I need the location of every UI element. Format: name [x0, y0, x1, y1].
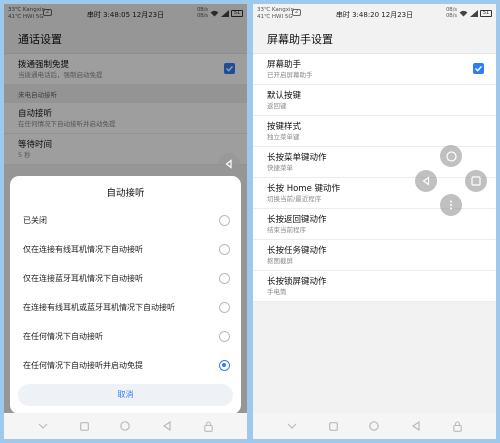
setting-task-long-press[interactable]: 长按任务键动作 抠图截屏 [253, 240, 496, 271]
lock-icon [453, 420, 462, 432]
radio-button[interactable] [219, 215, 230, 226]
auto-answer-dialog: 自动接听 已关闭 仅在连接有线耳机情况下自动接听 仅在连接蓝牙耳机情况下自动接听… [10, 176, 241, 414]
setting-default-key[interactable]: 默认按键 返回键 [253, 85, 496, 116]
status-bar: 33℃ Kangxin 41℃ HWI 5G 2 串时 3:48:20 12月2… [253, 4, 496, 24]
navigation-bar [4, 413, 247, 439]
network-speed-2: 0B/s [446, 12, 457, 19]
check-icon [226, 65, 234, 72]
dialog-option-always[interactable]: 在任何情况下自动接听 [10, 322, 241, 351]
wifi-icon [210, 10, 219, 17]
floating-back-button[interactable] [218, 153, 240, 175]
signal-icon [470, 10, 478, 17]
back-triangle-icon [422, 176, 430, 186]
circle-icon [120, 421, 131, 431]
radio-button[interactable] [219, 244, 230, 255]
radio-button[interactable] [219, 331, 230, 342]
radio-button[interactable] [219, 273, 230, 284]
signal-icon [221, 10, 229, 17]
wifi-icon [459, 10, 468, 17]
dialog-option-bluetooth[interactable]: 仅在连接蓝牙耳机情况下自动接听 [10, 264, 241, 293]
square-icon [79, 421, 89, 431]
setting-auto-answer[interactable]: 自动接听 在任何情况下自动接听并启动免提 [4, 103, 247, 134]
page-title: 屏幕助手设置 [253, 24, 496, 54]
nav-lock-button[interactable] [201, 419, 215, 433]
setting-force-speaker[interactable]: 拨通强制免提 当拨通电话后，强制启动免提 [4, 54, 247, 85]
circle-icon [445, 150, 457, 162]
setting-lock-long-press[interactable]: 长按锁屏键动作 手电筒 [253, 271, 496, 302]
radio-button[interactable] [219, 302, 230, 313]
dialog-option-wired-or-bluetooth[interactable]: 在连接有线耳机或蓝牙耳机情况下自动接听 [10, 293, 241, 322]
setting-subtitle: 当拨通电话后，强制启动免提 [18, 71, 103, 79]
more-vertical-icon [450, 200, 452, 210]
assistant-home-button[interactable] [440, 145, 462, 167]
setting-key-style[interactable]: 按键样式 独立菜单键 [253, 116, 496, 147]
setting-title: 等待时间 [18, 140, 53, 150]
cancel-button[interactable]: 取消 [18, 384, 233, 406]
dialog-option-off[interactable]: 已关闭 [10, 206, 241, 235]
nav-home-button[interactable] [118, 419, 132, 433]
setting-screen-assistant[interactable]: 屏幕助手 已开启屏幕助手 [253, 54, 496, 85]
lock-icon [204, 420, 213, 432]
nav-recent-button[interactable] [326, 419, 340, 433]
setting-subtitle: 返回键 [267, 102, 287, 110]
setting-subtitle: 已开启屏幕助手 [267, 71, 313, 79]
dialog-title: 自动接听 [106, 188, 145, 199]
navigation-bar [253, 413, 496, 439]
setting-subtitle: 5 秒 [18, 151, 31, 159]
setting-title: 拨通强制免提 [18, 60, 70, 70]
battery-icon: 51 [480, 10, 492, 17]
page-title: 通话设置 [4, 24, 247, 54]
nav-down-button[interactable] [285, 419, 299, 433]
assistant-recent-button[interactable] [465, 170, 487, 192]
setting-title: 默认按键 [267, 91, 302, 101]
chevron-down-icon [287, 423, 297, 429]
chevron-down-icon [38, 423, 48, 429]
back-triangle-icon [411, 421, 420, 431]
nav-back-button[interactable] [409, 419, 423, 433]
square-icon [471, 176, 481, 186]
setting-subtitle: 抠图截屏 [267, 257, 293, 265]
phone-screen-call-settings: 33℃ Kangxin 41℃ HWI 5G 2 串时 3:48:05 12月2… [4, 4, 247, 439]
setting-title: 长按锁屏键动作 [267, 277, 327, 287]
setting-subtitle: 手电筒 [267, 288, 287, 296]
square-icon [328, 421, 338, 431]
nav-home-button[interactable] [367, 419, 381, 433]
setting-back-long-press[interactable]: 长按返回键动作 结束当前程序 [253, 209, 496, 240]
dialog-option-always-speaker[interactable]: 在任何情况下自动接听并启动免提 [10, 351, 241, 380]
assistant-back-button[interactable] [415, 170, 437, 192]
back-triangle-icon [162, 421, 171, 431]
setting-title: 自动接听 [18, 109, 53, 119]
circle-icon [369, 421, 380, 431]
status-bar: 33℃ Kangxin 41℃ HWI 5G 2 串时 3:48:05 12月2… [4, 4, 247, 24]
check-icon [475, 65, 483, 72]
setting-subtitle: 独立菜单键 [267, 133, 300, 141]
force-speaker-checkbox[interactable] [224, 63, 235, 74]
nav-back-button[interactable] [160, 419, 174, 433]
setting-wait-time[interactable]: 等待时间 5 秒 [4, 134, 247, 165]
setting-subtitle: 在任何情况下自动接听并启动免提 [18, 120, 116, 128]
radio-button-selected[interactable] [219, 360, 230, 371]
assistant-menu-button[interactable] [440, 194, 462, 216]
setting-title: 长按任务键动作 [267, 246, 327, 256]
screen-assistant-checkbox[interactable] [473, 63, 484, 74]
battery-icon: 51 [231, 10, 243, 17]
setting-title: 屏幕助手 [267, 60, 302, 70]
setting-title: 按键样式 [267, 122, 302, 132]
network-speed-2: 0B/s [197, 12, 208, 19]
section-header: 来电自动接听 [4, 85, 247, 103]
nav-lock-button[interactable] [450, 419, 464, 433]
back-triangle-icon [225, 159, 232, 169]
nav-down-button[interactable] [36, 419, 50, 433]
dialog-option-wired[interactable]: 仅在连接有线耳机情况下自动接听 [10, 235, 241, 264]
nav-recent-button[interactable] [77, 419, 91, 433]
setting-subtitle: 结束当前程序 [267, 226, 306, 234]
phone-screen-screen-assistant: 33℃ Kangxin 41℃ HWI 5G 2 串时 3:48:20 12月2… [253, 4, 496, 439]
